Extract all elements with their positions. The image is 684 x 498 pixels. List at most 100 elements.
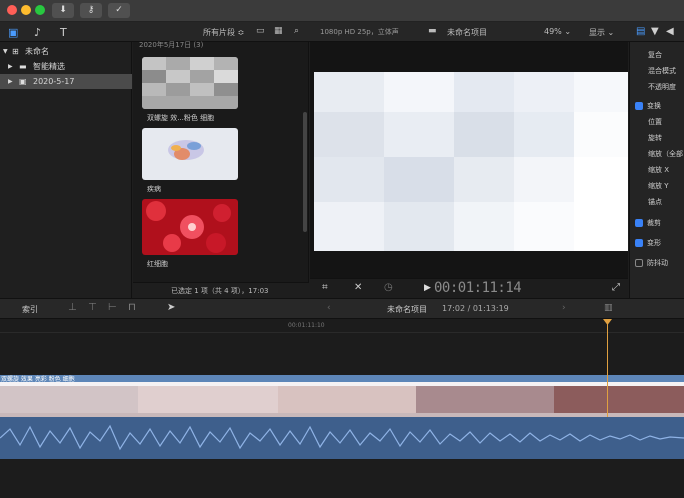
playhead[interactable] bbox=[607, 319, 608, 417]
clip-title-bar[interactable]: 双螺旋 效果 亮彩 粉色 细胞 bbox=[0, 375, 684, 383]
inspector-video-icon[interactable]: ▤ bbox=[636, 26, 645, 37]
zoom-window-button[interactable] bbox=[35, 5, 45, 15]
download-icon: ⬇ bbox=[59, 5, 67, 15]
color-filter-icon[interactable]: ▼ bbox=[651, 26, 659, 37]
audio-speaker-icon[interactable]: ◀ bbox=[666, 26, 674, 37]
close-window-button[interactable] bbox=[7, 5, 17, 15]
index-button[interactable]: 索引 bbox=[22, 304, 38, 315]
project-icon: ▬ bbox=[428, 26, 437, 36]
inspector-row[interactable]: 位置 bbox=[630, 115, 684, 130]
key-icon: ⚷ bbox=[87, 5, 95, 15]
timeline-ruler[interactable]: 00:01:11:10 bbox=[0, 319, 684, 333]
clip-thumbnail[interactable] bbox=[142, 128, 238, 180]
clip-appearance-icon[interactable]: ▦ bbox=[274, 26, 283, 36]
fullscreen-icon[interactable]: ⤢ bbox=[612, 282, 620, 293]
inspector-row-label: 裁剪 bbox=[647, 219, 661, 227]
library-sidebar: ▼ ⊞ 未命名 ▶ ▬ 智能精选 ▶ ▣ 2020-5-17 bbox=[0, 42, 132, 298]
inspector-panel: 复合 混合模式 不透明度 变换 位置 旋转 缩放（全部 缩放 X 缩放 Y 锚点… bbox=[629, 42, 684, 298]
checkbox-unchecked[interactable] bbox=[635, 259, 643, 267]
inspector-row[interactable]: 缩放 X bbox=[630, 163, 684, 178]
inspector-row-label: 复合 bbox=[648, 51, 662, 59]
viewer: ⌗ ✕ ◷ ▶ 00:01:11:14 ⤢ bbox=[310, 42, 628, 298]
inspector-row-label: 变换 bbox=[647, 102, 661, 110]
crop-tool-icon[interactable]: ⌗ bbox=[322, 282, 328, 293]
checkbox-checked[interactable] bbox=[635, 239, 643, 247]
import-button[interactable]: ⬇ bbox=[52, 3, 74, 18]
viewer-controls: ⌗ ✕ ◷ ▶ 00:01:11:14 ⤢ bbox=[310, 278, 628, 298]
inspector-section-stabilization[interactable]: 防抖动 bbox=[630, 256, 684, 271]
inspector-section-distort[interactable]: 变形 bbox=[630, 236, 684, 251]
overwrite-clip-icon[interactable]: ⊓ bbox=[128, 302, 136, 313]
disclosure-closed-icon[interactable]: ▶ bbox=[8, 59, 13, 74]
checkbox-checked[interactable] bbox=[635, 102, 643, 110]
smart-collections-label: 智能精选 bbox=[33, 62, 65, 71]
library-item[interactable]: ▼ ⊞ 未命名 bbox=[0, 44, 132, 59]
back-arrow-icon[interactable]: ‹ bbox=[327, 303, 331, 313]
speed-tool-icon[interactable]: ◷ bbox=[384, 282, 393, 293]
keyword-button[interactable]: ⚷ bbox=[80, 3, 102, 18]
clip-thumbnail-image bbox=[142, 199, 238, 255]
video-filmstrip[interactable] bbox=[0, 382, 684, 417]
background-tasks-button[interactable]: ✓ bbox=[108, 3, 130, 18]
browser-scrollbar[interactable] bbox=[303, 112, 307, 232]
disclosure-closed-icon[interactable]: ▶ bbox=[8, 74, 13, 89]
inspector-row[interactable]: 缩放（全部 bbox=[630, 147, 684, 162]
event-label: 2020-5-17 bbox=[33, 77, 75, 86]
disclosure-open-icon[interactable]: ▼ bbox=[3, 44, 8, 59]
inspector-row[interactable]: 锚点 bbox=[630, 195, 684, 210]
clip-thumbnail[interactable] bbox=[142, 199, 238, 255]
inspector-row[interactable]: 不透明度 bbox=[630, 80, 684, 95]
timeline-project-name: 未命名项目 bbox=[387, 305, 427, 314]
view-dropdown[interactable]: 显示 ⌄ bbox=[589, 27, 614, 38]
selection-status: 已选定 1 项（共 4 项），17:03 bbox=[171, 287, 269, 295]
clip-filter-dropdown[interactable]: 所有片段 ≎ bbox=[203, 27, 244, 38]
photos-audio-icon[interactable]: ♪ bbox=[34, 26, 41, 39]
insert-clip-icon[interactable]: ⊤ bbox=[88, 302, 97, 313]
inspector-row-label: 锚点 bbox=[648, 198, 662, 206]
clip-thumbnail-image bbox=[142, 128, 238, 180]
inspector-section-crop[interactable]: 裁剪 bbox=[630, 216, 684, 231]
timeline: 00:01:11:10 双螺旋 效果 亮彩 粉色 细胞 bbox=[0, 319, 684, 498]
viewer-frame bbox=[314, 72, 628, 251]
audio-waveform[interactable] bbox=[0, 417, 684, 459]
inspector-row-label: 位置 bbox=[648, 118, 662, 126]
browser-status-bar: 已选定 1 项（共 4 项），17:03 bbox=[133, 282, 309, 298]
inspector-row-label: 旋转 bbox=[648, 134, 662, 142]
titles-generators-icon[interactable]: T bbox=[60, 26, 67, 39]
inspector-row-label: 不透明度 bbox=[648, 83, 676, 91]
viewer-project-name: 未命名项目 bbox=[447, 28, 487, 37]
timecode-display[interactable]: 00:01:11:14 bbox=[434, 280, 522, 296]
transform-tool-icon[interactable]: ✕ bbox=[354, 282, 362, 293]
ruler-timecode: 00:01:11:10 bbox=[288, 322, 325, 329]
clip-label: 红细胞 bbox=[147, 260, 168, 268]
inspector-row[interactable]: 缩放 Y bbox=[630, 179, 684, 194]
audio-meter-icon[interactable]: ▥ bbox=[604, 303, 613, 313]
clip-label: 双螺旋 效...粉色 细胞 bbox=[147, 114, 215, 122]
zoom-dropdown[interactable]: 49% ⌄ bbox=[544, 27, 571, 36]
date-section-header: 2020年5月17日 (3) bbox=[139, 41, 204, 49]
inspector-row-label: 变形 bbox=[647, 239, 661, 247]
smart-collections-item[interactable]: ▶ ▬ 智能精选 bbox=[0, 59, 132, 74]
inspector-row-label: 缩放 Y bbox=[648, 182, 669, 190]
inspector-row-label: 缩放（全部 bbox=[648, 150, 683, 158]
clip-browser: 2020年5月17日 (3) 双螺旋 效...粉色 细胞 疾病 红细胞 已选定 … bbox=[133, 41, 309, 298]
main-toolbar: ▣ ♪ T 所有片段 ≎ ▭ ▦ ⌕ 1080p HD 25p，立体声 ▬ 未命… bbox=[0, 22, 684, 42]
filmstrip-view-icon[interactable]: ▭ bbox=[256, 26, 265, 36]
minimize-window-button[interactable] bbox=[21, 5, 31, 15]
search-icon[interactable]: ⌕ bbox=[294, 26, 299, 36]
checkbox-checked[interactable] bbox=[635, 219, 643, 227]
append-clip-icon[interactable]: ⊢ bbox=[108, 302, 117, 313]
check-circle-icon: ✓ bbox=[115, 5, 123, 15]
connect-clip-icon[interactable]: ⊥ bbox=[68, 302, 77, 313]
inspector-row[interactable]: 旋转 bbox=[630, 131, 684, 146]
inspector-row[interactable]: 混合模式 bbox=[630, 64, 684, 79]
inspector-row[interactable]: 复合 bbox=[630, 48, 684, 63]
event-icon: ▣ bbox=[19, 77, 27, 86]
play-icon[interactable]: ▶ bbox=[424, 283, 431, 293]
library-browser-icon[interactable]: ▣ bbox=[8, 26, 18, 39]
event-item-selected[interactable]: ▶ ▣ 2020-5-17 bbox=[0, 74, 132, 89]
forward-arrow-icon[interactable]: › bbox=[562, 303, 566, 313]
select-tool-icon[interactable]: ➤ bbox=[167, 302, 175, 313]
inspector-section-transform[interactable]: 变换 bbox=[630, 99, 684, 114]
clip-thumbnail[interactable] bbox=[142, 57, 238, 109]
